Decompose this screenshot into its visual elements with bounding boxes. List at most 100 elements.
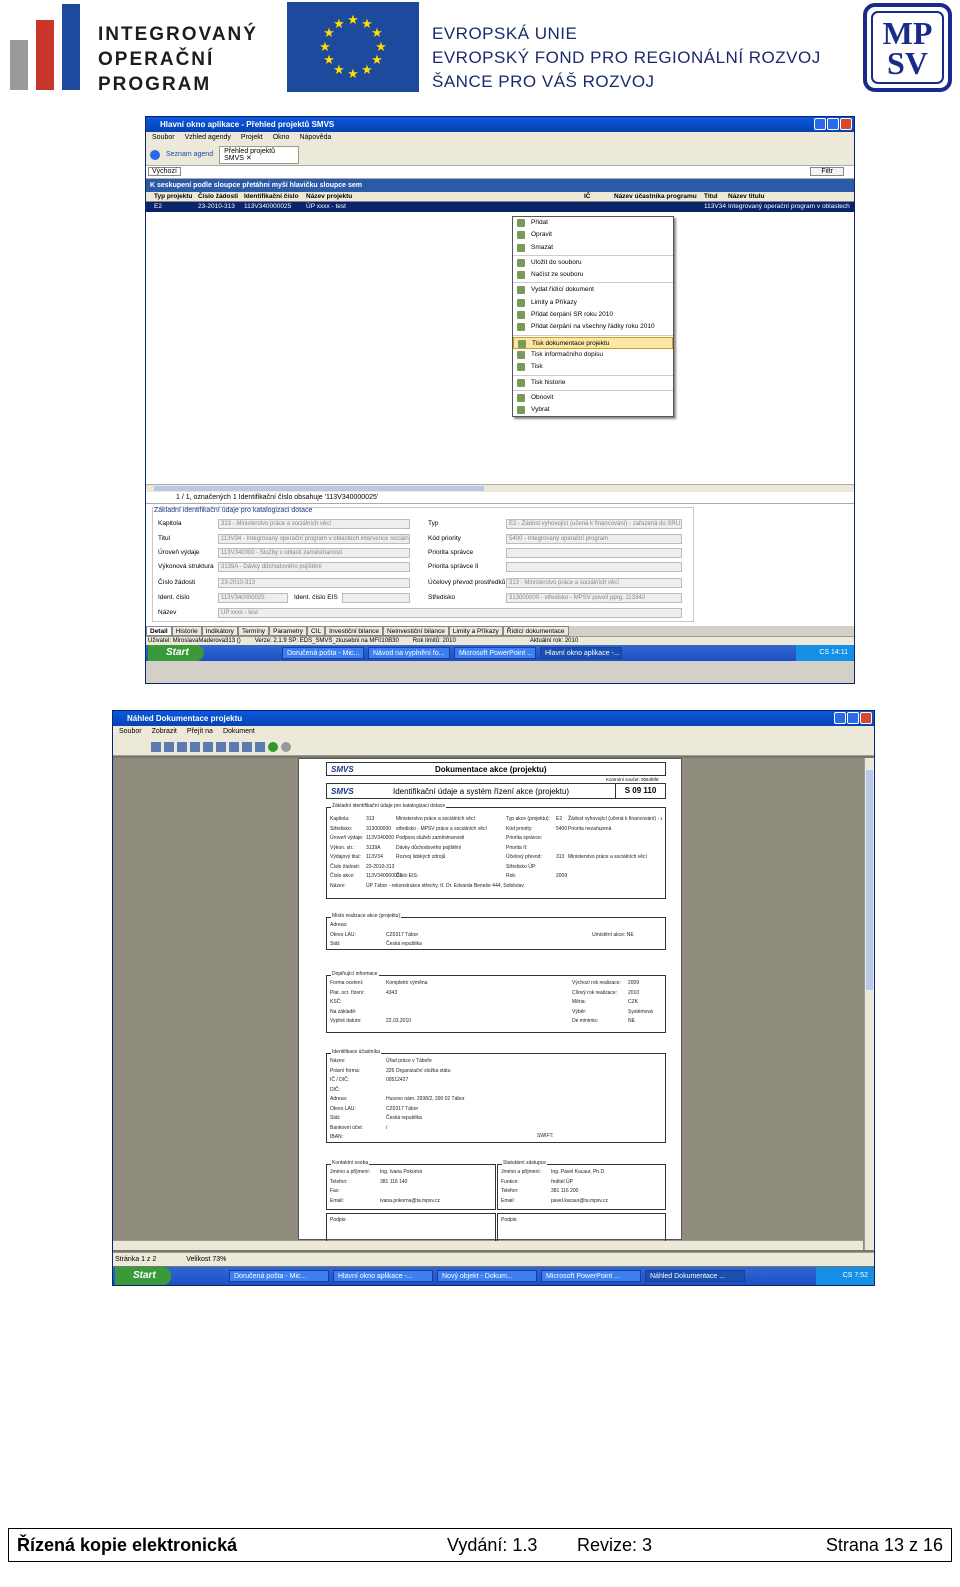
maximize-icon[interactable]	[847, 712, 859, 724]
view-selector[interactable]: Výchozí	[148, 167, 181, 176]
menu-soubor[interactable]: Soubor	[152, 132, 175, 144]
tab-investicni-bilance[interactable]: Investiční bilance	[325, 626, 384, 636]
footer-revision: Revize: 3	[577, 1534, 653, 1555]
doc-line: KSČ: Měna: CZK	[330, 998, 662, 1008]
taskbar-item-posta[interactable]: Doručená pošta - Mic...	[229, 1270, 329, 1282]
maximize-icon[interactable]	[827, 118, 839, 130]
ctx-item-pridat[interactable]: Přidat	[513, 217, 673, 229]
hand-icon[interactable]	[164, 741, 174, 752]
ctx-item-pridat-cerpani-vse[interactable]: Přidat čerpání na všechny řádky roku 201…	[513, 321, 673, 333]
print-icon[interactable]	[151, 741, 161, 752]
menu-projekt[interactable]: Projekt	[241, 132, 263, 144]
taskbar-item-powerpoint[interactable]: Microsoft PowerPoint ...	[454, 647, 536, 659]
tab-limity[interactable]: Limity a Příkazy	[448, 626, 503, 636]
close-icon[interactable]	[860, 712, 872, 724]
start-button[interactable]: Start	[115, 1267, 171, 1285]
menu-zobrazit[interactable]: Zobrazit	[152, 726, 177, 738]
col-nazev-ucastnika[interactable]: Název účastníka programu	[614, 192, 704, 201]
tab-historie[interactable]: Historie	[171, 626, 202, 636]
ctx-item-limity[interactable]: Limity a Příkazy	[513, 297, 673, 309]
page-width-icon[interactable]	[203, 741, 213, 752]
field-titul[interactable]: 113V34 - Integrovaný operační program v …	[218, 534, 410, 544]
first-page-icon[interactable]	[216, 741, 226, 752]
taskbar-item-navod[interactable]: Návod na vyplnění fo...	[368, 647, 450, 659]
minimize-icon[interactable]	[834, 712, 846, 724]
field-stredisko[interactable]: 313000000 - středisko - MPSV povolí pprg…	[506, 593, 682, 603]
ctx-item-opravit[interactable]: Opravit	[513, 229, 673, 241]
menu-okno[interactable]: Okno	[273, 132, 290, 144]
col-nazev-titulu[interactable]: Název titulu	[728, 192, 828, 201]
field-uroven[interactable]: 113V340000 - Služby v oblasti zaměstnano…	[218, 548, 410, 558]
prev-page-icon[interactable]	[229, 741, 239, 752]
next-page-icon[interactable]	[242, 741, 252, 752]
col-ic[interactable]: IČ	[584, 192, 614, 201]
ctx-item-vybrat[interactable]: Vybrat	[513, 404, 673, 416]
ctx-item-smazat[interactable]: Smazat	[513, 242, 673, 254]
zoom-out-icon[interactable]	[190, 741, 200, 752]
menu-napoveda[interactable]: Nápověda	[299, 132, 331, 144]
start-button[interactable]: Start	[148, 645, 204, 661]
field-nazev[interactable]: ÚP xxxx - test	[218, 608, 682, 618]
tab-ridici-dokumentace[interactable]: Řídící dokumentace	[502, 626, 569, 636]
doc-cell: Středisko:	[330, 825, 353, 832]
ctx-item-obnovit[interactable]: Obnovit	[513, 392, 673, 404]
field-typ[interactable]: E2 - Žádost vyhovující (učená k financov…	[506, 519, 682, 529]
ctx-item-vydat-ridici[interactable]: Vydat řídící dokument	[513, 284, 673, 296]
menu-soubor[interactable]: Soubor	[119, 726, 142, 738]
taskbar-item-nahled[interactable]: Náhled Dokumentace ...	[645, 1270, 745, 1282]
col-titul[interactable]: Titul	[704, 192, 728, 201]
ctx-item-tisk-historie[interactable]: Tisk historie	[513, 377, 673, 389]
taskbar-item-posta[interactable]: Doručená pošta - Mic...	[282, 647, 364, 659]
field-ucelovy-prevod[interactable]: 313 - Ministerstvo práce a sociálních vě…	[506, 578, 682, 588]
tab-cil[interactable]: CIL	[307, 626, 326, 636]
col-ident-cislo[interactable]: Identifikační číslo	[244, 192, 306, 201]
ctx-item-tisk[interactable]: Tisk	[513, 361, 673, 373]
taskbar-item-novy-objekt[interactable]: Nový objekt - Dokum...	[437, 1270, 537, 1282]
field-kod-priority[interactable]: 5400 - Integrovaný operační program	[506, 534, 682, 544]
col-cislo-zadosti[interactable]: Číslo žádosti	[198, 192, 244, 201]
menu-prejit-na[interactable]: Přejít na	[187, 726, 213, 738]
taskbar-item-hlavni-okno[interactable]: Hlavní okno aplikace -...	[540, 647, 622, 659]
tray-lang[interactable]: CS	[843, 1272, 853, 1279]
ctx-item-pridat-cerpani[interactable]: Přidat čerpání SR roku 2010	[513, 309, 673, 321]
ctx-item-tisk-dopisu[interactable]: Tisk informačního dopisu	[513, 349, 673, 361]
field-ident-eis[interactable]	[342, 593, 410, 603]
field-ident[interactable]: 113V340000025	[218, 593, 288, 603]
group-by-area[interactable]: K seskupení podle sloupce přetáhni myší …	[146, 179, 854, 192]
tab-indikatory[interactable]: Indikátory	[201, 626, 238, 636]
close-tab-icon[interactable]: ✕	[246, 155, 252, 162]
field-priorita-spravce[interactable]	[506, 548, 682, 558]
tab-prehled-projektu[interactable]: Přehled projektů SMVS ✕	[219, 145, 300, 164]
last-page-icon[interactable]	[255, 741, 265, 752]
table-row[interactable]: E2 23-2010-313 113V340000025 ÚP xxxx - t…	[146, 202, 854, 212]
tab-neinvesticni-bilance[interactable]: Neinvestiční bilance	[383, 626, 449, 636]
forward-icon[interactable]	[281, 741, 291, 752]
col-nazev-projektu[interactable]: Název projektu	[306, 192, 584, 201]
field-cislo-zadosti[interactable]: 23-2010-313	[218, 578, 410, 588]
horizontal-scrollbar[interactable]	[146, 484, 854, 492]
field-vykonova[interactable]: 3139A - Dávky důchodového pojištění	[218, 562, 410, 572]
menu-dokument[interactable]: Dokument	[223, 726, 255, 738]
menu-vzhled-agendy[interactable]: Vzhled agendy	[185, 132, 231, 144]
tab-parametry[interactable]: Parametry	[269, 626, 308, 636]
doc-cell: Jméno a příjmení:	[501, 1169, 542, 1175]
back-icon[interactable]	[268, 741, 278, 752]
ctx-item-nacist[interactable]: Načíst ze souboru	[513, 269, 673, 281]
tab-terminy[interactable]: Termíny	[237, 626, 270, 636]
minimize-icon[interactable]	[814, 118, 826, 130]
taskbar-item-powerpoint[interactable]: Microsoft PowerPoint ...	[541, 1270, 641, 1282]
ctx-item-ulozit[interactable]: Uložit do souboru	[513, 257, 673, 269]
field-priorita-spravce-2[interactable]	[506, 562, 682, 572]
tray-lang[interactable]: CS	[819, 649, 829, 656]
vertical-scrollbar[interactable]	[864, 758, 874, 1250]
field-kapitola[interactable]: 313 - Ministerstvo práce a sociálních vě…	[218, 519, 410, 529]
ctx-item-tisk-dokumentace[interactable]: Tisk dokumentace projektu	[513, 336, 673, 349]
zoom-in-icon[interactable]	[177, 741, 187, 752]
tab-seznam-agend[interactable]: Seznam agend	[166, 151, 213, 158]
taskbar-item-hlavni-okno[interactable]: Hlavní okno aplikace -...	[333, 1270, 433, 1282]
tab-detail[interactable]: Detail	[146, 626, 172, 636]
close-icon[interactable]	[840, 118, 852, 130]
horizontal-scrollbar[interactable]	[113, 1240, 863, 1250]
filter-button[interactable]: Filtr	[810, 167, 844, 176]
col-typ-projektu[interactable]: Typ projektu	[146, 192, 198, 201]
